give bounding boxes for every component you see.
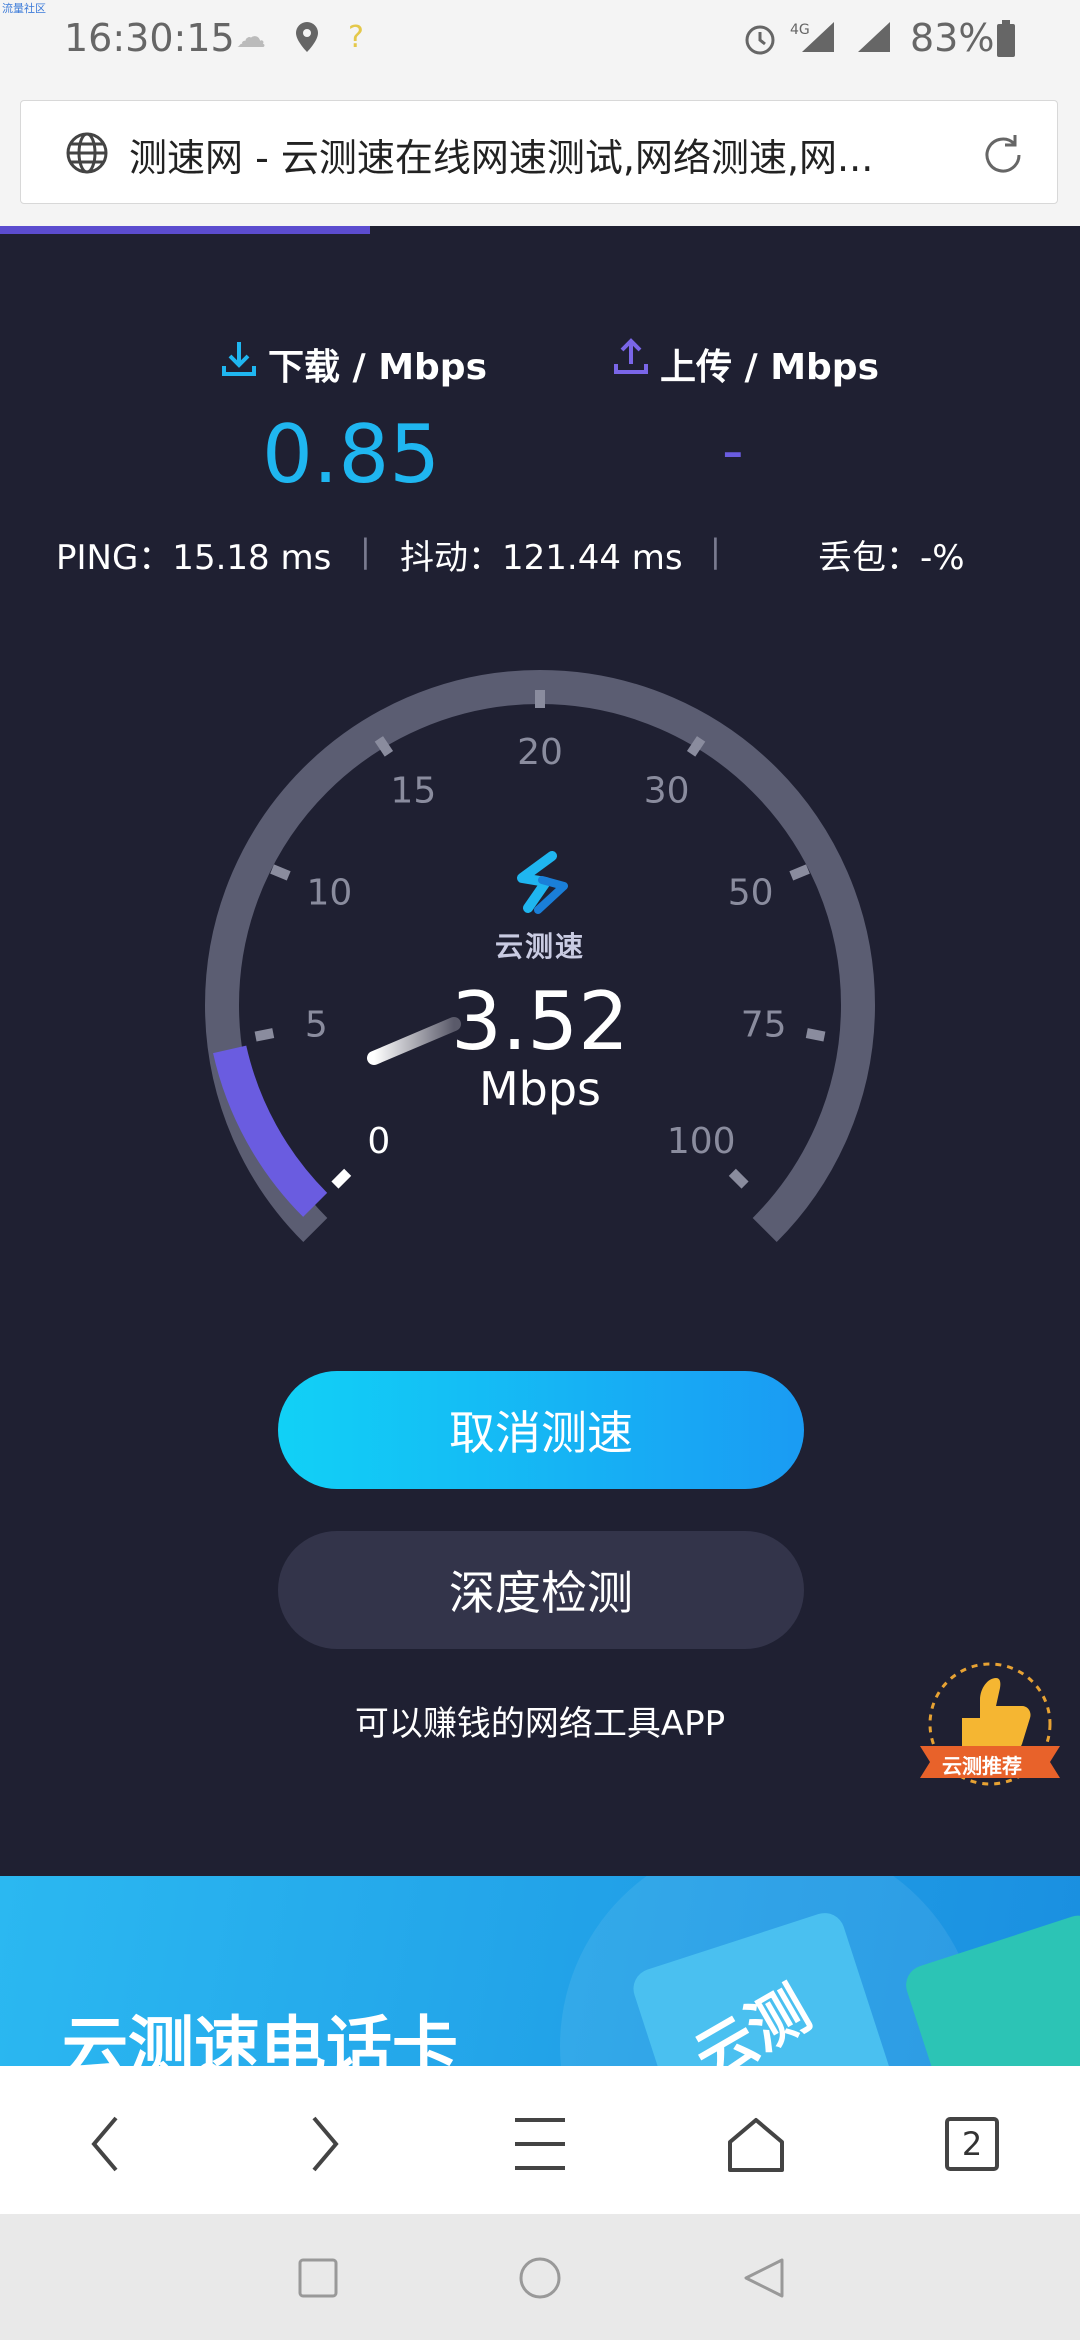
battery-percent: 83% bbox=[910, 16, 995, 60]
gauge-tick-label: 0 bbox=[367, 1121, 390, 1162]
battery-icon bbox=[996, 20, 1016, 66]
location-icon bbox=[292, 20, 322, 62]
gauge-tick bbox=[789, 864, 810, 881]
download-label: 下载 / Mbps bbox=[268, 347, 488, 388]
badge-text: 云测推荐 bbox=[942, 1754, 1022, 1778]
globe-icon bbox=[65, 131, 109, 179]
home-circle-icon[interactable] bbox=[518, 2256, 562, 2300]
status-bar: 流量社区 16:30:15 ☁ ? 4G 83% bbox=[0, 0, 1080, 88]
gauge-tick-label: 15 bbox=[390, 770, 436, 811]
back-triangle-icon[interactable] bbox=[742, 2256, 786, 2300]
download-value: 0.85 bbox=[262, 408, 441, 501]
page-title: 测速网 - 云测速在线网速测试,网络测速,网... bbox=[129, 136, 874, 180]
gauge-tick-label: 50 bbox=[728, 873, 774, 914]
chevron-right-icon bbox=[312, 2116, 339, 2172]
upload-label: 上传 / Mbps bbox=[660, 347, 880, 388]
signal-icon bbox=[800, 20, 836, 62]
speed-unit: Mbps bbox=[478, 1062, 602, 1116]
deep-test-button[interactable]: 深度检测 bbox=[278, 1531, 804, 1649]
upload-icon bbox=[612, 338, 650, 382]
gauge-tick bbox=[728, 1168, 749, 1189]
watermark: 流量社区 bbox=[2, 2, 46, 15]
packet-loss-value: 丢包：-% bbox=[818, 538, 965, 578]
gauge-tick-label: 100 bbox=[667, 1121, 736, 1162]
back-button[interactable] bbox=[66, 2104, 146, 2184]
separator: | bbox=[710, 532, 721, 570]
gauge-tick-label: 30 bbox=[644, 770, 690, 811]
gauge-tick-label: 10 bbox=[306, 873, 352, 914]
banner-title: 云测速电话卡 bbox=[62, 2009, 458, 2066]
current-speed: 3.52 bbox=[450, 975, 630, 1068]
browser-navbar: 2 bbox=[0, 2066, 1080, 2214]
logo-text: 云测速 bbox=[494, 930, 585, 963]
forward-button[interactable] bbox=[284, 2104, 364, 2184]
upload-value: - bbox=[722, 416, 744, 486]
gauge-tick bbox=[270, 864, 291, 881]
signal-icon-2 bbox=[856, 20, 892, 62]
recents-icon[interactable] bbox=[298, 2258, 338, 2298]
status-time: 16:30:15 bbox=[64, 16, 235, 60]
page-load-progress bbox=[0, 226, 370, 234]
tabs-button[interactable]: 2 bbox=[932, 2104, 1012, 2184]
thumbs-up-icon bbox=[962, 1678, 1031, 1752]
home-icon bbox=[728, 2118, 784, 2172]
menu-icon bbox=[515, 2118, 565, 2170]
gauge-tick bbox=[331, 1168, 352, 1189]
yuncesu-logo-icon bbox=[517, 851, 568, 914]
jitter-value: 抖动：121.44 ms bbox=[400, 538, 683, 578]
recommend-badge[interactable]: 云测推荐 bbox=[912, 1650, 1068, 1800]
gauge-tick-label: 20 bbox=[517, 732, 563, 773]
tab-count: 2 bbox=[961, 2125, 983, 2163]
wifi-unknown-icon: ? bbox=[348, 20, 364, 55]
address-bar[interactable]: 测速网 - 云测速在线网速测试,网络测速,网... bbox=[20, 100, 1058, 204]
menu-button[interactable] bbox=[500, 2104, 580, 2184]
home-button[interactable] bbox=[716, 2104, 796, 2184]
address-bar-container: 测速网 - 云测速在线网速测试,网络测速,网... bbox=[0, 88, 1080, 226]
cancel-test-button[interactable]: 取消测速 bbox=[278, 1371, 804, 1489]
separator: | bbox=[360, 532, 371, 570]
alarm-icon bbox=[742, 20, 778, 64]
weather-icon: ☁ bbox=[236, 20, 266, 55]
sim-card-banner[interactable]: 云测 云测速电话卡 bbox=[0, 1876, 1080, 2066]
download-icon bbox=[220, 340, 258, 384]
refresh-icon[interactable] bbox=[979, 131, 1027, 183]
chevron-left-icon bbox=[91, 2116, 118, 2172]
system-navbar bbox=[0, 2214, 1080, 2340]
ping-value: PING：15.18 ms bbox=[56, 538, 332, 578]
